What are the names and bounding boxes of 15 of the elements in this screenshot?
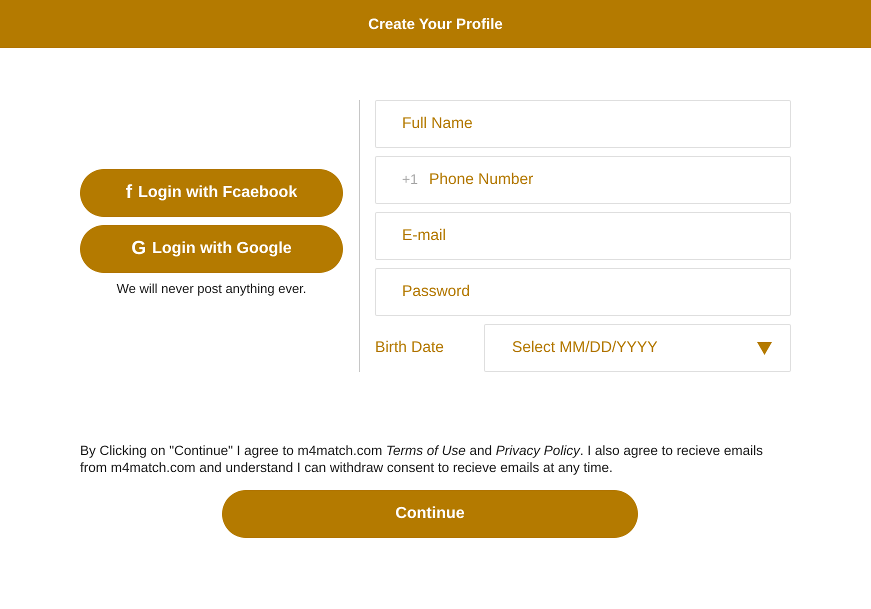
consent-text: By Clicking on "Continue" I agree to m4match.com Terms of Use and Privacy Policy. I also agree to recieve emails from m4match.com and understand I can withdraw consent to recieve emails at any time. [80, 442, 764, 476]
social-login-button[interactable]: f Login with Fcaebook [80, 168, 343, 216]
page-title: Create Your Profile [368, 16, 503, 32]
input-field[interactable]: E-mail [375, 212, 791, 260]
social-login-button[interactable]: G Login with Google [80, 224, 343, 272]
field-label: Birth Date [375, 339, 445, 357]
date-dropdown[interactable]: Select MM/DD/YYYY [484, 324, 791, 372]
continue-button[interactable]: Continue [222, 490, 638, 538]
dropdown-caret-icon [757, 342, 772, 354]
input-field[interactable]: Password [375, 268, 791, 316]
input-field[interactable]: Full Name [375, 100, 791, 148]
country-code: +1 [402, 171, 418, 187]
policy-link[interactable]: Terms of Use [386, 443, 466, 458]
policy-link[interactable]: Privacy Policy [496, 443, 580, 458]
privacy-note: We will never post anything ever. [116, 280, 306, 296]
